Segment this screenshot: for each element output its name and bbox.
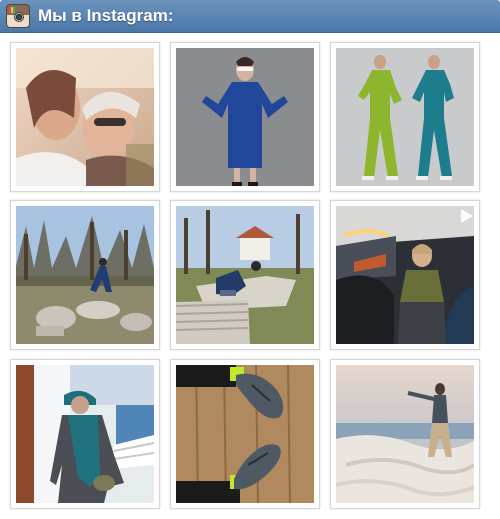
photo-thumbnail: [336, 365, 474, 503]
photo-tile-1[interactable]: [10, 42, 160, 192]
photo-thumbnail: [336, 206, 474, 344]
photo-grid: [0, 33, 500, 519]
photo-tile-5[interactable]: [170, 200, 320, 350]
photo-thumbnail: [16, 48, 154, 186]
play-video-icon[interactable]: [457, 207, 475, 225]
photo-tile-8[interactable]: [170, 359, 320, 509]
instagram-logo-icon: [6, 4, 30, 28]
photo-tile-4[interactable]: [10, 200, 160, 350]
photo-thumbnail: [176, 365, 314, 503]
photo-thumbnail: [336, 48, 474, 186]
photo-thumbnail: [16, 206, 154, 344]
instagram-widget: Мы в Instagram:: [0, 0, 500, 519]
widget-title: Мы в Instagram:: [38, 6, 174, 25]
photo-thumbnail: [176, 48, 314, 186]
photo-thumbnail: [16, 365, 154, 503]
photo-thumbnail: [176, 206, 314, 344]
photo-tile-9[interactable]: [330, 359, 480, 509]
widget-header: Мы в Instagram:: [0, 0, 500, 33]
photo-tile-7[interactable]: [10, 359, 160, 509]
photo-tile-2[interactable]: [170, 42, 320, 192]
photo-tile-6[interactable]: [330, 200, 480, 350]
photo-tile-3[interactable]: [330, 42, 480, 192]
